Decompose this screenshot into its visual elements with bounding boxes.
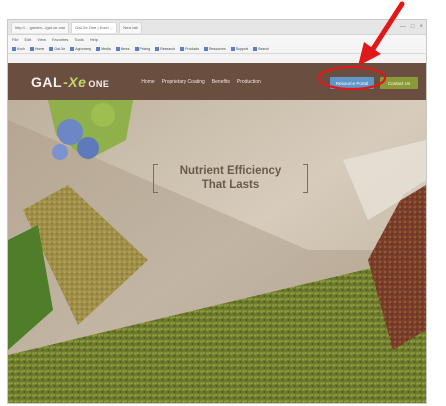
annotation-layer	[317, 1, 405, 91]
pointer-arrow-shaft	[368, 1, 405, 55]
highlight-ellipse	[317, 65, 387, 91]
